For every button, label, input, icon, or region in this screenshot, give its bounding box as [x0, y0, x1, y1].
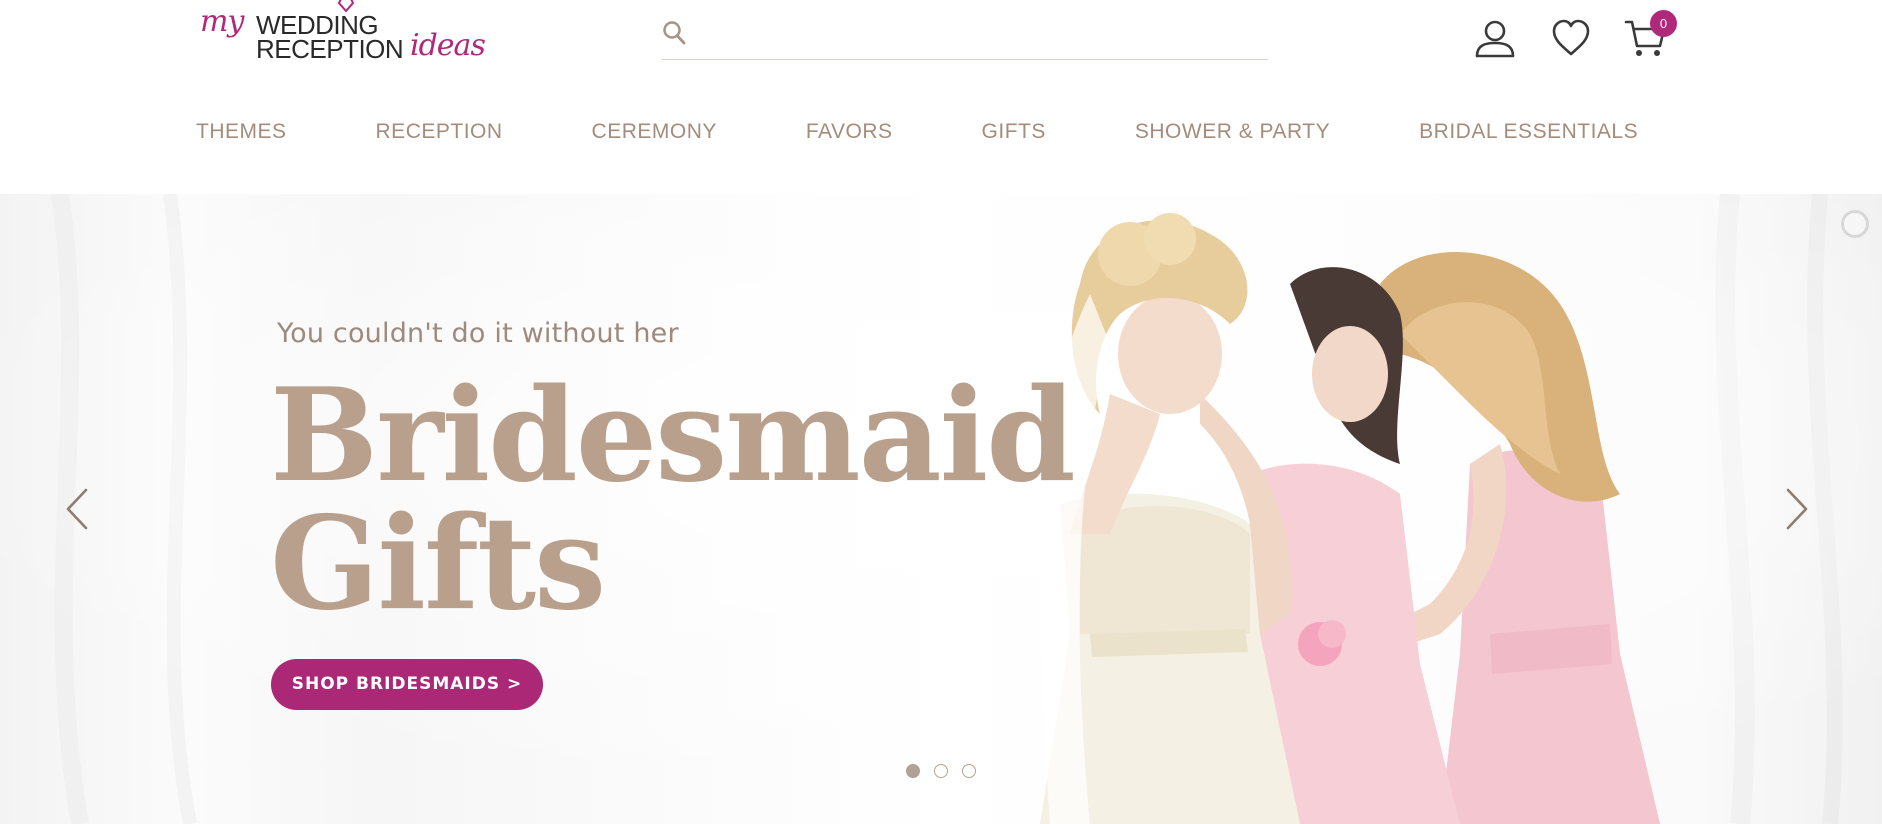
nav-item-bridal-essentials[interactable]: BRIDAL ESSENTIALS — [1419, 120, 1638, 150]
nav-item-gifts[interactable]: GIFTS — [982, 120, 1046, 150]
hero-headline-line2: Gifts — [270, 489, 606, 639]
nav-item-shower-party[interactable]: SHOWER & PARTY — [1135, 120, 1330, 150]
nav-item-reception[interactable]: RECEPTION — [376, 120, 503, 150]
site-logo[interactable]: my WEDDING RECEPTION ideas — [200, 0, 500, 66]
pause-icon[interactable] — [1841, 210, 1869, 238]
hero-headline: Bridesmaid Gifts — [270, 361, 1076, 639]
site-header: my WEDDING RECEPTION ideas 0 THEMES RECE… — [0, 0, 1882, 194]
heart-icon[interactable] — [1550, 18, 1592, 58]
nav-item-ceremony[interactable]: CEREMONY — [592, 120, 717, 150]
slider-dot[interactable] — [934, 764, 948, 778]
chevron-right-icon[interactable] — [1782, 486, 1810, 532]
logo-my: my — [200, 4, 244, 39]
hero-tagline: You couldn't do it without her — [277, 318, 679, 349]
logo-reception: RECEPTION — [256, 34, 404, 64]
hero-headline-line1: Bridesmaid — [270, 361, 1076, 511]
chevron-left-icon[interactable] — [64, 486, 92, 532]
search-icon[interactable] — [662, 20, 686, 46]
slider-dot[interactable] — [906, 764, 920, 778]
hero-slider: You couldn't do it without her Bridesmai… — [0, 194, 1882, 824]
slider-dots — [906, 764, 990, 778]
logo-ideas: ideas — [410, 28, 486, 63]
slider-dot[interactable] — [962, 764, 976, 778]
nav-item-favors[interactable]: FAVORS — [806, 120, 893, 150]
cart-count-badge: 0 — [1650, 10, 1677, 37]
main-nav: THEMES RECEPTION CEREMONY FAVORS GIFTS S… — [196, 120, 1727, 150]
search-bar — [662, 14, 1268, 60]
user-icon[interactable] — [1474, 18, 1516, 60]
search-input[interactable] — [702, 18, 1262, 54]
shop-bridesmaids-button[interactable]: SHOP BRIDESMAIDS > — [271, 659, 543, 710]
nav-item-themes[interactable]: THEMES — [196, 120, 287, 150]
